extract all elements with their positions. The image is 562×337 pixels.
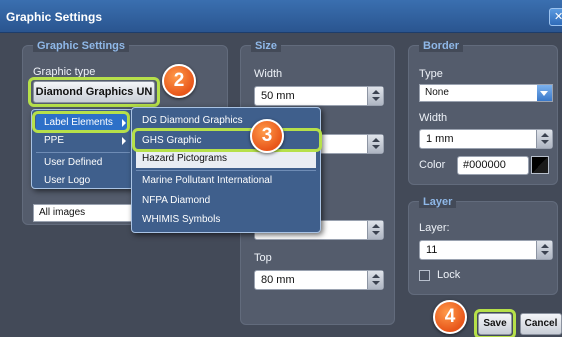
- layer-value: 11: [426, 244, 438, 256]
- layer-legend: Layer: [419, 196, 457, 208]
- step3-highlight: [132, 128, 322, 152]
- size-legend: Size: [251, 40, 282, 52]
- menu-separator: [136, 170, 316, 171]
- step-label-elements-highlight: [32, 111, 130, 133]
- graphic-type-dropdown-value: All images: [39, 207, 86, 218]
- graphic-settings-legend: Graphic Settings: [33, 40, 130, 52]
- top-field[interactable]: 80 mm: [254, 270, 384, 290]
- border-width-stepper-icon[interactable]: [536, 130, 552, 148]
- border-legend: Border: [419, 40, 464, 52]
- label-elements-submenu: DG Diamond Graphics GHS Graphic Hazard P…: [131, 107, 321, 233]
- cancel-button[interactable]: Cancel: [520, 313, 562, 335]
- menu-item-ppe[interactable]: PPE: [36, 132, 130, 150]
- step2-highlight: [28, 77, 160, 107]
- submenu-arrow-icon: [122, 137, 126, 145]
- border-width-field[interactable]: 1 mm: [419, 129, 553, 149]
- border-width-label: Width: [419, 112, 448, 124]
- submenu-item-label: Hazard Pictograms: [142, 153, 228, 164]
- left-stepper-icon[interactable]: [367, 221, 383, 239]
- dialog-body: Graphic Settings Graphic type All images…: [0, 33, 562, 337]
- border-color-field[interactable]: #000000: [457, 156, 529, 175]
- border-panel: Border Type None Width 1 mm Color #00000…: [408, 40, 558, 185]
- menu-item-user-defined[interactable]: User Defined: [36, 154, 130, 172]
- step-4-badge: 4: [433, 300, 467, 334]
- submenu-item-label: DG Diamond Graphics: [142, 115, 243, 126]
- graphic-type-dropdown[interactable]: All images: [33, 204, 143, 222]
- width-field[interactable]: 50 mm: [254, 86, 384, 106]
- menu-item-label: PPE: [44, 135, 65, 146]
- width-value: 50 mm: [261, 90, 295, 102]
- submenu-item-whimis[interactable]: WHIMIS Symbols: [136, 211, 316, 229]
- width-stepper-icon[interactable]: [367, 87, 383, 105]
- submenu-item-label: Marine Pollutant International: [142, 175, 273, 186]
- top-label: Top: [254, 252, 272, 264]
- submenu-item-nfpa-diamond[interactable]: NFPA Diamond: [136, 192, 316, 210]
- step-2-badge: 2: [162, 64, 196, 98]
- window-title: Graphic Settings: [6, 10, 103, 24]
- menu-item-label: User Logo: [44, 175, 91, 186]
- border-type-label: Type: [419, 68, 443, 80]
- submenu-item-marine-pollutant[interactable]: Marine Pollutant International: [136, 172, 316, 190]
- step4-highlight: [474, 309, 516, 337]
- lock-label: Lock: [437, 269, 461, 281]
- submenu-item-hazard-pictograms[interactable]: Hazard Pictograms: [136, 150, 316, 168]
- color-swatch[interactable]: [531, 156, 549, 174]
- menu-separator: [36, 152, 130, 153]
- layer-label: Layer:: [419, 222, 450, 234]
- border-type-select[interactable]: None: [419, 84, 553, 102]
- layer-stepper-icon[interactable]: [536, 241, 552, 259]
- layer-field[interactable]: 11: [419, 240, 553, 260]
- height-stepper-icon[interactable]: [367, 135, 383, 153]
- step-3-badge: 3: [250, 119, 284, 153]
- chevron-down-icon[interactable]: [537, 85, 552, 101]
- border-color-value: #000000: [463, 159, 506, 171]
- top-stepper-icon[interactable]: [367, 271, 383, 289]
- submenu-item-label: NFPA Diamond: [142, 195, 211, 206]
- width-label: Width: [254, 68, 283, 80]
- border-type-value: None: [425, 87, 449, 98]
- top-value: 80 mm: [261, 274, 295, 286]
- title-bar: Graphic Settings ✕: [0, 0, 562, 33]
- submenu-item-label: WHIMIS Symbols: [142, 214, 221, 225]
- menu-item-label: User Defined: [44, 157, 103, 168]
- layer-panel: Layer Layer: 11 Lock: [408, 196, 558, 295]
- menu-item-user-logo[interactable]: User Logo: [36, 172, 130, 190]
- close-icon[interactable]: ✕: [549, 8, 562, 26]
- border-color-label: Color: [419, 159, 446, 171]
- border-width-value: 1 mm: [426, 133, 454, 145]
- lock-checkbox[interactable]: [419, 270, 430, 281]
